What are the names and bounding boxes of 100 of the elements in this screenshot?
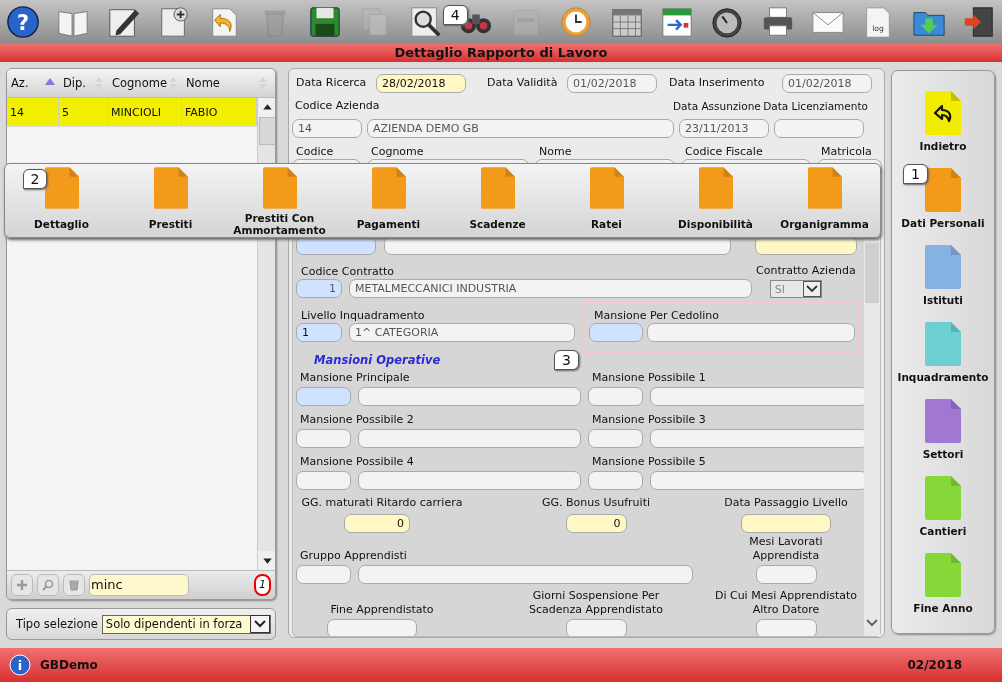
date-field[interactable]: 01/02/2018 <box>782 73 872 93</box>
sidebar-item[interactable]: Fine Anno <box>892 553 994 630</box>
scroll-thumb[interactable] <box>259 117 275 145</box>
chevron-down-icon[interactable] <box>865 618 879 628</box>
field-label: Livello Inquadramento <box>300 309 425 322</box>
menu-item[interactable]: Organigramma <box>770 167 879 237</box>
menu-item[interactable]: Scadenze <box>443 167 552 237</box>
input-field[interactable]: METALMECCANICI INDUSTRIA <box>349 279 752 298</box>
selection-label: Tipo selezione <box>16 617 98 631</box>
input-field[interactable]: AZIENDA DEMO GB <box>367 119 674 138</box>
field-label: Codice Contratto <box>300 265 395 278</box>
input-field[interactable] <box>588 387 643 406</box>
column-header[interactable]: Az. <box>7 76 59 90</box>
sidebar-item[interactable]: Inquadramento <box>892 322 994 399</box>
add-icon[interactable] <box>11 574 33 596</box>
input-field[interactable] <box>296 429 351 448</box>
step-number: 3 <box>554 350 579 370</box>
input-field[interactable] <box>358 429 581 448</box>
section-title: Mansioni Operative <box>314 353 442 367</box>
field-label: Codice Fiscale <box>684 145 764 159</box>
field-label: Cognome <box>370 145 425 159</box>
input-field[interactable] <box>755 619 817 636</box>
input-field[interactable] <box>650 471 864 490</box>
document-icon <box>589 167 624 209</box>
input-field[interactable] <box>358 565 693 584</box>
input-field[interactable] <box>589 323 643 342</box>
save-icon[interactable] <box>307 5 342 39</box>
scroll-up-icon[interactable] <box>258 98 275 117</box>
field-label: Data Ricerca <box>296 76 367 90</box>
input-field[interactable] <box>741 514 831 533</box>
input-field[interactable]: 1 <box>296 279 342 298</box>
trash-icon[interactable] <box>63 574 85 596</box>
chevron-down-icon <box>250 615 270 633</box>
menu-item[interactable]: Prestiti Con Ammortamento <box>225 167 334 237</box>
input-field[interactable] <box>650 387 864 406</box>
field-label: Data Validità <box>487 76 558 90</box>
date-field[interactable] <box>774 119 864 138</box>
field-label: Di Cui Mesi Apprendistato Altro Datore <box>713 589 859 617</box>
document-icon <box>262 167 297 209</box>
input-field[interactable] <box>565 619 627 636</box>
field-label: GG. maturati Ritardo carriera <box>301 496 463 510</box>
search-field[interactable]: minc <box>89 574 189 596</box>
search-icon[interactable] <box>408 5 443 39</box>
date-field[interactable]: 01/02/2018 <box>567 73 657 93</box>
input-field[interactable]: 1 <box>296 323 342 342</box>
field-label: Contratto Azienda <box>756 264 856 278</box>
scroll-down-icon[interactable] <box>258 551 275 570</box>
field-label: Codice Azienda <box>294 99 381 113</box>
field-label: GG. Bonus Usufruiti <box>541 496 650 510</box>
field-label: Gruppo Apprendisti <box>299 549 408 563</box>
stopwatch-icon[interactable] <box>710 5 745 39</box>
input-field[interactable] <box>327 619 417 636</box>
input-field[interactable] <box>650 429 864 448</box>
date-field[interactable]: 23/11/2013 <box>679 119 769 138</box>
step-number: 1 <box>903 164 928 184</box>
chevron-down-icon <box>802 281 821 297</box>
column-header[interactable]: Dip. <box>59 76 108 90</box>
field-label: Mansione Possibile 4 <box>299 455 415 469</box>
input-field[interactable] <box>296 565 351 584</box>
input-field[interactable]: 0 <box>344 514 410 533</box>
table-cell[interactable]: 5 <box>59 98 108 126</box>
input-field[interactable] <box>647 323 855 342</box>
date-field[interactable]: 28/02/2018 <box>376 73 466 93</box>
scroll-thumb[interactable] <box>865 243 879 303</box>
menu-item[interactable]: 2 Dettaglio <box>7 167 116 237</box>
help-icon[interactable]: ? <box>6 5 40 39</box>
result-count: 1 <box>254 574 271 596</box>
field-label: Data Passaggio Livello <box>724 496 848 510</box>
menu-item[interactable]: Pagamenti <box>334 167 443 237</box>
sidebar-item[interactable]: Istituti <box>892 245 994 322</box>
menu-item[interactable]: Ratei <box>552 167 661 237</box>
field-label: Mansione Possibile 3 <box>591 413 707 427</box>
input-field[interactable] <box>588 471 643 490</box>
selection-dropdown[interactable]: Solo dipendenti in forza <box>101 614 271 634</box>
field-label: Mansione Possibile 1 <box>591 371 707 385</box>
field-label: Data Licenziamento <box>763 99 868 113</box>
input-field[interactable] <box>358 387 581 406</box>
input-field[interactable]: 1^ CATEGORIA <box>349 323 575 342</box>
input-field[interactable] <box>358 471 581 490</box>
input-field[interactable] <box>296 471 351 490</box>
input-field[interactable] <box>296 387 351 406</box>
column-header[interactable]: Nome <box>182 76 272 90</box>
table-cell[interactable]: 14 <box>7 98 59 126</box>
input-field[interactable]: 0 <box>565 514 627 533</box>
sidebar-item[interactable]: Cantieri <box>892 476 994 553</box>
table-cell[interactable]: MINCIOLI <box>108 98 182 126</box>
column-header[interactable]: Cognome <box>108 76 182 90</box>
menu-item[interactable]: Disponibilità <box>661 167 770 237</box>
input-field[interactable] <box>755 565 817 584</box>
document-icon <box>153 167 188 209</box>
menu-item[interactable]: Prestiti <box>116 167 225 237</box>
field-label: Data Inserimento <box>669 76 765 90</box>
field-label: Mansione Possibile 2 <box>299 413 415 427</box>
clock-icon[interactable] <box>559 5 594 39</box>
input-field[interactable]: 14 <box>292 119 362 138</box>
field-label: Nome <box>538 145 573 159</box>
period-label: 02/2018 <box>907 658 962 672</box>
input-field[interactable] <box>588 429 643 448</box>
document-icon <box>480 167 515 209</box>
sidebar-item[interactable]: Settori <box>892 399 994 476</box>
